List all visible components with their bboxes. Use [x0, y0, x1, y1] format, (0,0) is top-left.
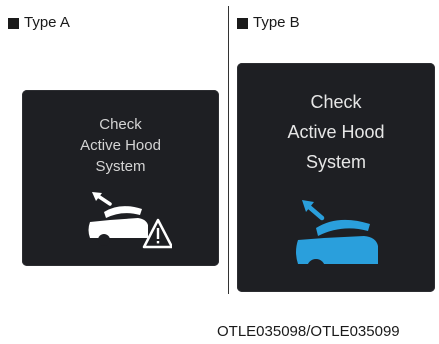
active-hood-icon: [296, 200, 378, 276]
bullet-square-icon: [237, 17, 248, 29]
active-hood-warning-icon: [88, 192, 172, 249]
panel-divider: [228, 6, 229, 294]
type-a-label: Type A: [24, 14, 70, 31]
type-b-label: Type B: [253, 14, 300, 31]
type-b-heading: Type B: [237, 14, 300, 32]
type-a-message: Check Active Hood System: [80, 116, 161, 175]
type-a-display: Check Active Hood System: [22, 90, 219, 266]
bullet-square-icon: [8, 17, 19, 29]
type-b-display: Check Active Hood System: [237, 63, 435, 292]
type-b-message: Check Active Hood System: [287, 92, 385, 172]
type-a-heading: Type A: [8, 14, 70, 32]
figure-code: OTLE035098/OTLE035099: [217, 323, 400, 340]
